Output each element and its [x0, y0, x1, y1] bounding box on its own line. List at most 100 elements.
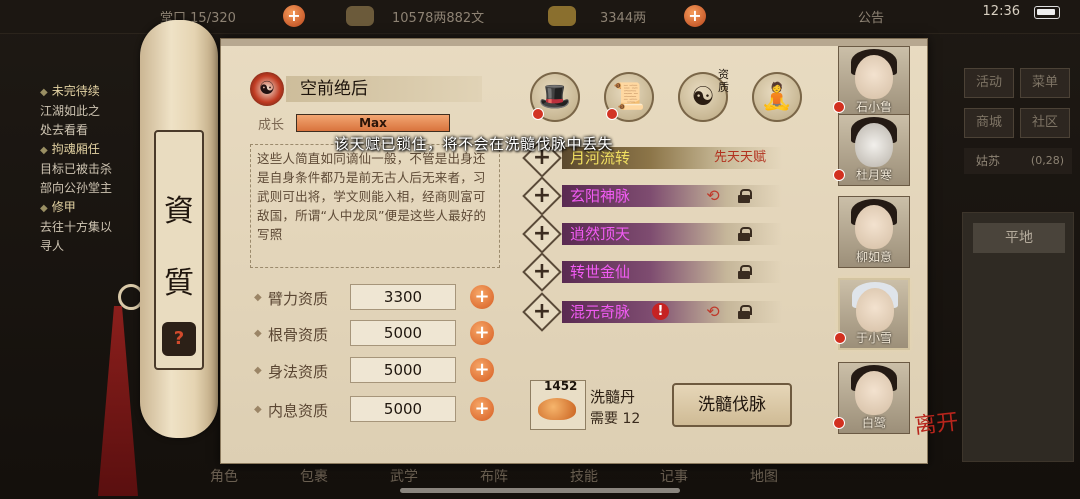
quest-line: 目标已被击杀: [40, 162, 113, 176]
diamond-icon: ◆: [254, 365, 262, 376]
location-name: 姑苏: [976, 154, 1001, 168]
clock: 12:36: [982, 4, 1020, 19]
talent-description: 这些人简直如同谪仙一般，不管是出身还是自身条件都乃是前无古人后无来者，习武则可出…: [250, 144, 500, 268]
cycle-icon[interactable]: ⟲: [704, 303, 722, 321]
plus-icon: +: [532, 259, 552, 284]
character-portrait: [855, 371, 893, 415]
meridian-row[interactable]: + 混元奇脉 ! ⟲: [522, 292, 782, 332]
character-name: 石小鲁: [855, 100, 892, 114]
quest-line: 部向公孙堂主: [40, 181, 113, 195]
stat-add-button[interactable]: +: [470, 285, 494, 309]
stat-value: 5000: [350, 357, 456, 383]
character-portrait: [855, 55, 893, 99]
scroll-title-bottom: 質: [164, 266, 194, 301]
notification-dot: [833, 101, 845, 113]
nav-item[interactable]: 地图: [750, 466, 778, 486]
terrain-list: 平地: [962, 212, 1074, 462]
warning-icon: !: [652, 303, 669, 320]
cycle-icon[interactable]: ⟲: [704, 187, 722, 205]
lock-icon[interactable]: [738, 189, 752, 203]
battery-icon: [1034, 6, 1060, 19]
stat-label: 臂力资质: [268, 290, 329, 308]
character-portrait: [856, 288, 894, 332]
gold-add-button[interactable]: +: [684, 5, 706, 27]
diamond-icon: ◆: [254, 404, 262, 415]
talent-name[interactable]: 空前绝后: [286, 76, 482, 102]
character-name: 白鹭: [861, 416, 886, 430]
nav-item[interactable]: 包裹: [300, 466, 328, 486]
stat-value: 5000: [350, 320, 456, 346]
stat-add-button[interactable]: +: [470, 358, 494, 382]
quest-line: 寻人: [40, 239, 65, 253]
stat-add-button[interactable]: +: [470, 397, 494, 421]
location-label: 姑苏 (0,28): [964, 148, 1072, 174]
character-card[interactable]: 杜月寒: [833, 114, 910, 186]
stat-add-button[interactable]: +: [470, 321, 494, 345]
stat-value: 5000: [350, 396, 456, 422]
activity-button[interactable]: 活动: [964, 68, 1014, 98]
home-indicator[interactable]: [400, 488, 680, 493]
pill-required: 需要 12: [590, 411, 641, 427]
help-button[interactable]: ?: [162, 322, 196, 356]
lock-icon[interactable]: [738, 265, 752, 279]
lock-tooltip: 该天赋已锁住，将不会在洗髓伐脉中丢失: [334, 135, 614, 153]
wash-meridian-button[interactable]: 洗髓伐脉: [672, 383, 792, 427]
meridian-name: 玄阳神脉: [570, 187, 631, 205]
leave-button[interactable]: 离开: [913, 410, 963, 466]
character-card[interactable]: 石小鲁: [833, 46, 910, 118]
character-card-selected[interactable]: 于小雪: [834, 278, 910, 350]
shop-button[interactable]: 商城: [964, 108, 1014, 138]
notification-dot: [833, 169, 845, 181]
character-portrait: [855, 123, 893, 167]
bottom-nav: 角色 包裹 武学 布阵 技能 记事 地图: [200, 460, 820, 499]
notification-dot: [532, 108, 544, 120]
lock-icon[interactable]: [738, 227, 752, 241]
quest-title[interactable]: 修甲: [40, 198, 150, 218]
quest-panel: 未完待续 江湖如此之 处去看看 拘魂厢任 目标已被击杀 部向公孙堂主 修甲 去往…: [0, 82, 150, 272]
stat-label: 根骨资质: [268, 326, 329, 344]
quest-line: 去往十方集以: [40, 220, 113, 234]
money-icon: [346, 6, 374, 26]
nav-item[interactable]: 记事: [660, 466, 688, 486]
character-card[interactable]: 柳如意: [838, 196, 910, 268]
character-name: 杜月寒: [855, 168, 892, 182]
capacity-add-button[interactable]: +: [283, 5, 305, 27]
meridian-row[interactable]: + 逍然顶天: [522, 214, 782, 254]
paper-shadow: [220, 38, 928, 46]
character-card[interactable]: 白鹭: [833, 362, 910, 434]
growth-value: Max: [359, 116, 387, 130]
terrain-option[interactable]: 平地: [973, 223, 1065, 253]
quest-title[interactable]: 拘魂厢任: [40, 140, 150, 160]
nav-item[interactable]: 武学: [390, 466, 418, 486]
meridian-name: 转世金仙: [570, 263, 631, 281]
community-button[interactable]: 社区: [1020, 108, 1070, 138]
nav-item[interactable]: 角色: [210, 466, 238, 486]
yin-yang-icon: ☯: [250, 72, 284, 106]
scroll-title-top: 資: [164, 194, 194, 229]
lock-icon[interactable]: [738, 305, 752, 319]
gold-ingot-icon: [548, 6, 576, 26]
character-name: 于小雪: [855, 331, 892, 345]
stat-row: ◆ 臂力资质 3300 +: [254, 284, 500, 310]
plus-icon: +: [532, 221, 552, 246]
gold-value: 3344两: [600, 11, 647, 26]
menu-button[interactable]: 菜单: [1020, 68, 1070, 98]
meridian-row[interactable]: + 玄阳神脉 ⟲: [522, 176, 782, 216]
character-name: 柳如意: [855, 250, 892, 264]
notification-dot: [833, 417, 845, 429]
stat-label: 身法资质: [268, 363, 329, 381]
growth-bar: Max: [296, 114, 450, 132]
pill-icon: [538, 398, 576, 420]
nav-item[interactable]: 布阵: [480, 466, 508, 486]
money-value: 10578两882文: [392, 11, 485, 26]
meridian-figure-icon[interactable]: 🧘: [752, 72, 802, 122]
plus-icon: +: [532, 299, 552, 324]
nav-item[interactable]: 技能: [570, 466, 598, 486]
pill-name: 洗髓丹: [590, 388, 636, 406]
meridian-row[interactable]: + 转世金仙: [522, 252, 782, 292]
location-coords: (0,28): [1030, 154, 1064, 167]
aptitude-tag: 资质: [718, 68, 729, 94]
quest-title[interactable]: 未完待续: [40, 82, 150, 102]
notice-button[interactable]: 公告: [858, 7, 884, 27]
quest-line: 处去看看: [40, 123, 89, 137]
